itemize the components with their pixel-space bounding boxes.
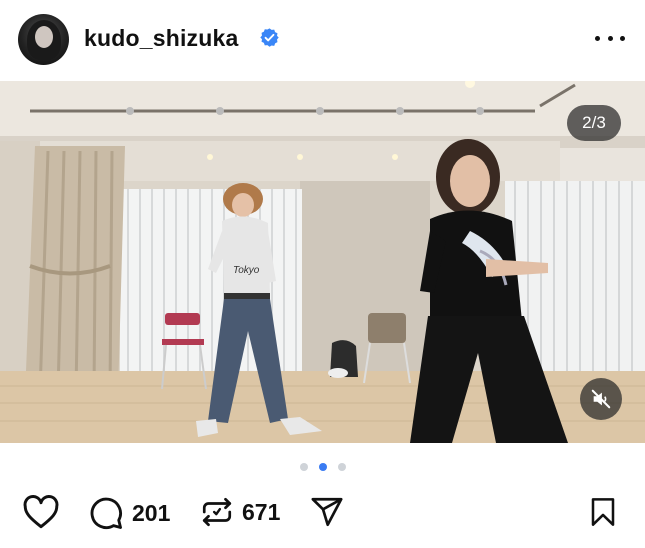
save-button[interactable] xyxy=(587,495,619,529)
speaker-muted-icon xyxy=(591,389,611,409)
carousel-dot-active xyxy=(319,463,327,471)
carousel-indicator xyxy=(300,462,346,472)
svg-text:Tokyo: Tokyo xyxy=(233,265,260,276)
more-options-button[interactable] xyxy=(595,28,625,48)
share-button[interactable] xyxy=(309,495,345,529)
more-dot xyxy=(595,35,600,41)
comment-button[interactable]: 201 xyxy=(88,495,170,531)
repost-count: 671 xyxy=(242,498,281,525)
action-bar: 201 671 xyxy=(0,485,645,537)
mute-button[interactable] xyxy=(580,378,622,420)
carousel-dot xyxy=(300,463,308,471)
avatar-face xyxy=(35,26,53,48)
repost-icon xyxy=(202,497,232,527)
share-icon xyxy=(311,497,343,527)
carousel-dot xyxy=(338,463,346,471)
post-header: kudo_shizuka xyxy=(0,0,645,80)
more-dot xyxy=(607,35,613,41)
avatar[interactable] xyxy=(18,14,69,65)
carousel-counter: 2/3 xyxy=(567,105,621,141)
more-dot xyxy=(620,35,625,41)
comment-count: 201 xyxy=(132,499,171,526)
post-media[interactable]: Tokyo 2/3 xyxy=(0,81,645,443)
comment-icon xyxy=(90,497,122,529)
bookmark-icon xyxy=(591,498,615,526)
repost-button[interactable]: 671 xyxy=(200,495,280,529)
like-button[interactable] xyxy=(22,495,60,529)
username[interactable]: kudo_shizuka xyxy=(84,25,239,52)
verified-badge-icon xyxy=(260,28,279,47)
video-frame: Tokyo xyxy=(0,81,645,443)
heart-icon xyxy=(23,495,59,529)
